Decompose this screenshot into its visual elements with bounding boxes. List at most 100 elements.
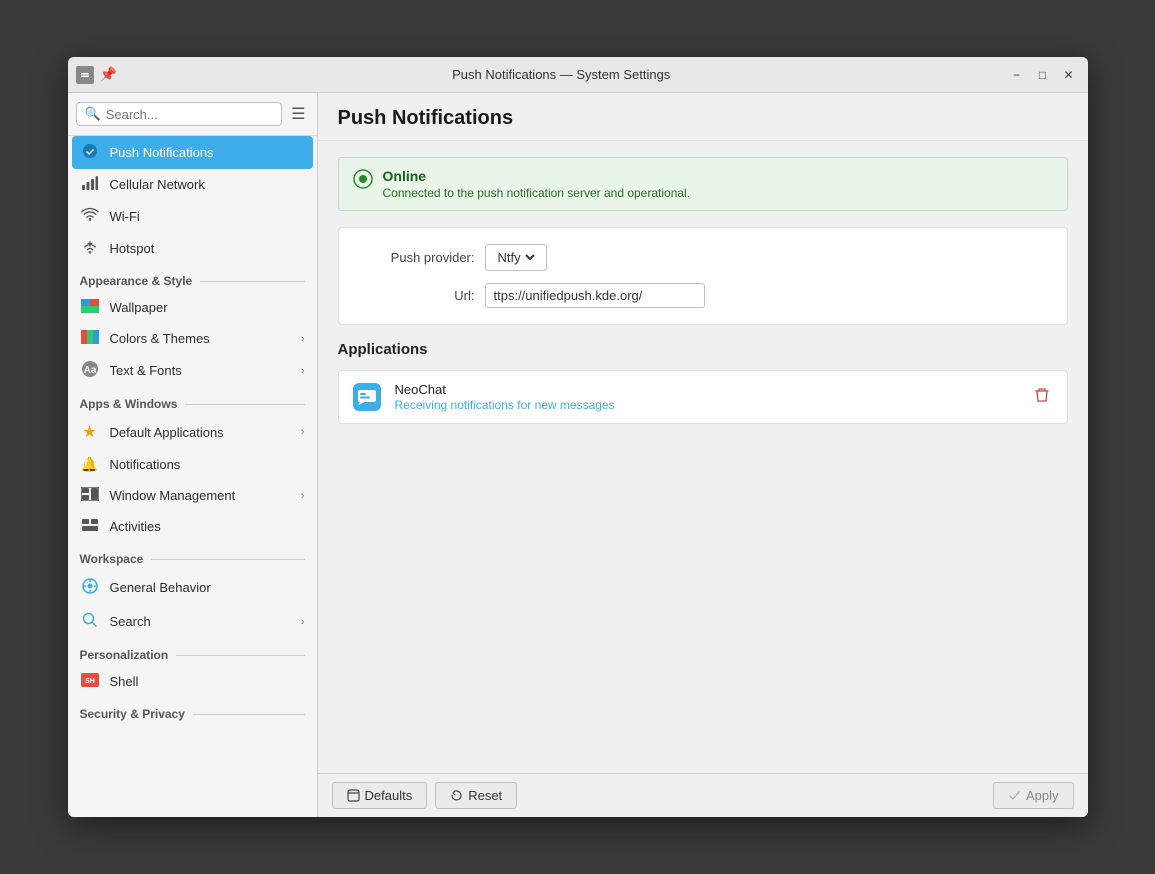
sidebar-item-search[interactable]: Search ›: [68, 605, 317, 638]
url-input[interactable]: [485, 283, 705, 308]
sidebar-item-label: Cellular Network: [110, 177, 305, 192]
search-bar: 🔍 ☰: [68, 93, 317, 136]
status-banner: Online Connected to the push notificatio…: [338, 157, 1068, 211]
sidebar-item-notifications[interactable]: 🔔 Notifications: [68, 449, 317, 480]
status-description: Connected to the push notification serve…: [383, 186, 691, 200]
sidebar-item-text-fonts[interactable]: Aa Text & Fonts ›: [68, 354, 317, 387]
chevron-right-icon: ›: [301, 333, 305, 345]
search-sidebar-icon: [80, 612, 100, 631]
sidebar-item-wallpaper[interactable]: Wallpaper: [68, 292, 317, 323]
sidebar-item-cellular-network[interactable]: Cellular Network: [68, 169, 317, 200]
svg-text:Aa: Aa: [83, 365, 96, 376]
search-input-wrap: 🔍: [76, 102, 283, 126]
sidebar-nav: Push Notifications Cellular Network Wi-F…: [68, 136, 317, 817]
wifi-icon: [80, 207, 100, 226]
hotspot-icon: [80, 240, 100, 257]
main-content: Push Notifications Online Connected to t…: [318, 93, 1088, 817]
sidebar-item-activities[interactable]: Activities: [68, 511, 317, 542]
hamburger-button[interactable]: ☰: [288, 101, 308, 127]
sidebar-item-window-management[interactable]: Window Management ›: [68, 480, 317, 511]
chevron-right-icon: ›: [301, 365, 305, 377]
url-label: Url:: [355, 288, 485, 303]
titlebar-left: 📌: [76, 66, 117, 84]
sidebar-item-default-applications[interactable]: ★ Default Applications ›: [68, 415, 317, 449]
push-notifications-icon: [80, 143, 100, 162]
section-workspace: Workspace: [68, 542, 317, 570]
sidebar-item-shell[interactable]: SH Shell: [68, 666, 317, 697]
url-row: Url:: [355, 283, 1051, 308]
titlebar: 📌 Push Notifications — System Settings −…: [68, 57, 1088, 93]
push-provider-dropdown[interactable]: Ntfy: [494, 249, 538, 266]
window-management-icon: [80, 487, 100, 504]
push-provider-row: Push provider: Ntfy: [355, 244, 1051, 271]
section-apps-windows: Apps & Windows: [68, 387, 317, 415]
text-fonts-icon: Aa: [80, 361, 100, 380]
sidebar-item-label: Wi-Fi: [110, 209, 305, 224]
neochat-app-info: NeoChat Receiving notifications for new …: [395, 382, 1017, 412]
pin-button[interactable]: 📌: [100, 66, 117, 83]
apply-button[interactable]: Apply: [993, 782, 1074, 809]
window-controls: − □ ✕: [1006, 64, 1080, 86]
sidebar: 🔍 ☰ Push Notifications: [68, 93, 318, 817]
sidebar-item-label: Push Notifications: [110, 145, 305, 160]
main-page-title: Push Notifications: [318, 93, 1088, 141]
push-provider-control: Ntfy: [485, 244, 547, 271]
app-row-neochat: NeoChat Receiving notifications for new …: [338, 370, 1068, 424]
sidebar-item-label: Shell: [110, 674, 305, 689]
search-icon: 🔍: [85, 106, 101, 122]
sidebar-item-label: Text & Fonts: [110, 363, 291, 378]
colors-themes-icon: [80, 330, 100, 347]
sidebar-item-label: Wallpaper: [110, 300, 305, 315]
minimize-button[interactable]: −: [1006, 64, 1028, 86]
chevron-right-icon: ›: [301, 490, 305, 502]
search-input[interactable]: [106, 107, 273, 122]
app-icon: [76, 66, 94, 84]
general-behavior-icon: [80, 577, 100, 598]
close-button[interactable]: ✕: [1058, 64, 1080, 86]
wallpaper-icon: [80, 299, 100, 316]
sidebar-item-label: Hotspot: [110, 241, 305, 256]
push-provider-label: Push provider:: [355, 250, 485, 265]
shell-icon: SH: [80, 673, 100, 690]
section-appearance-style: Appearance & Style: [68, 264, 317, 292]
cellular-icon: [80, 176, 100, 193]
content-area: 🔍 ☰ Push Notifications: [68, 93, 1088, 817]
sidebar-item-colors-themes[interactable]: Colors & Themes ›: [68, 323, 317, 354]
status-title: Online: [383, 168, 691, 184]
sidebar-item-general-behavior[interactable]: General Behavior: [68, 570, 317, 605]
neochat-app-icon: [351, 381, 383, 413]
svg-text:SH: SH: [85, 678, 95, 685]
sidebar-item-wifi[interactable]: Wi-Fi: [68, 200, 317, 233]
section-personalization: Personalization: [68, 638, 317, 666]
defaults-button[interactable]: Defaults: [332, 782, 428, 809]
url-control: [485, 283, 705, 308]
sidebar-item-label: Window Management: [110, 488, 291, 503]
maximize-button[interactable]: □: [1032, 64, 1054, 86]
sidebar-item-label: Search: [110, 614, 291, 629]
section-security-privacy: Security & Privacy: [68, 697, 317, 725]
bottom-bar: Defaults Reset Apply: [318, 773, 1088, 817]
push-provider-select-box[interactable]: Ntfy: [485, 244, 547, 271]
online-status-icon: [353, 169, 373, 194]
delete-app-button[interactable]: [1029, 385, 1055, 410]
reset-button[interactable]: Reset: [435, 782, 517, 809]
status-text: Online Connected to the push notificatio…: [383, 168, 691, 200]
chevron-right-icon: ›: [301, 426, 305, 438]
sidebar-item-label: Activities: [110, 519, 305, 534]
main-window: 📌 Push Notifications — System Settings −…: [68, 57, 1088, 817]
sidebar-item-label: Colors & Themes: [110, 331, 291, 346]
settings-grid: Push provider: Ntfy Url:: [338, 227, 1068, 325]
chevron-right-icon: ›: [301, 616, 305, 628]
window-title: Push Notifications — System Settings: [117, 67, 1006, 82]
sidebar-item-push-notifications[interactable]: Push Notifications: [72, 136, 313, 169]
activities-icon: [80, 518, 100, 535]
star-icon: ★: [80, 422, 100, 442]
neochat-app-description: Receiving notifications for new messages: [395, 398, 1017, 412]
sidebar-item-label: General Behavior: [110, 580, 305, 595]
main-body: Online Connected to the push notificatio…: [318, 141, 1088, 773]
bell-icon: 🔔: [80, 456, 100, 473]
sidebar-item-hotspot[interactable]: Hotspot: [68, 233, 317, 264]
neochat-app-name: NeoChat: [395, 382, 1017, 397]
sidebar-item-label: Notifications: [110, 457, 305, 472]
applications-title: Applications: [338, 341, 1068, 358]
